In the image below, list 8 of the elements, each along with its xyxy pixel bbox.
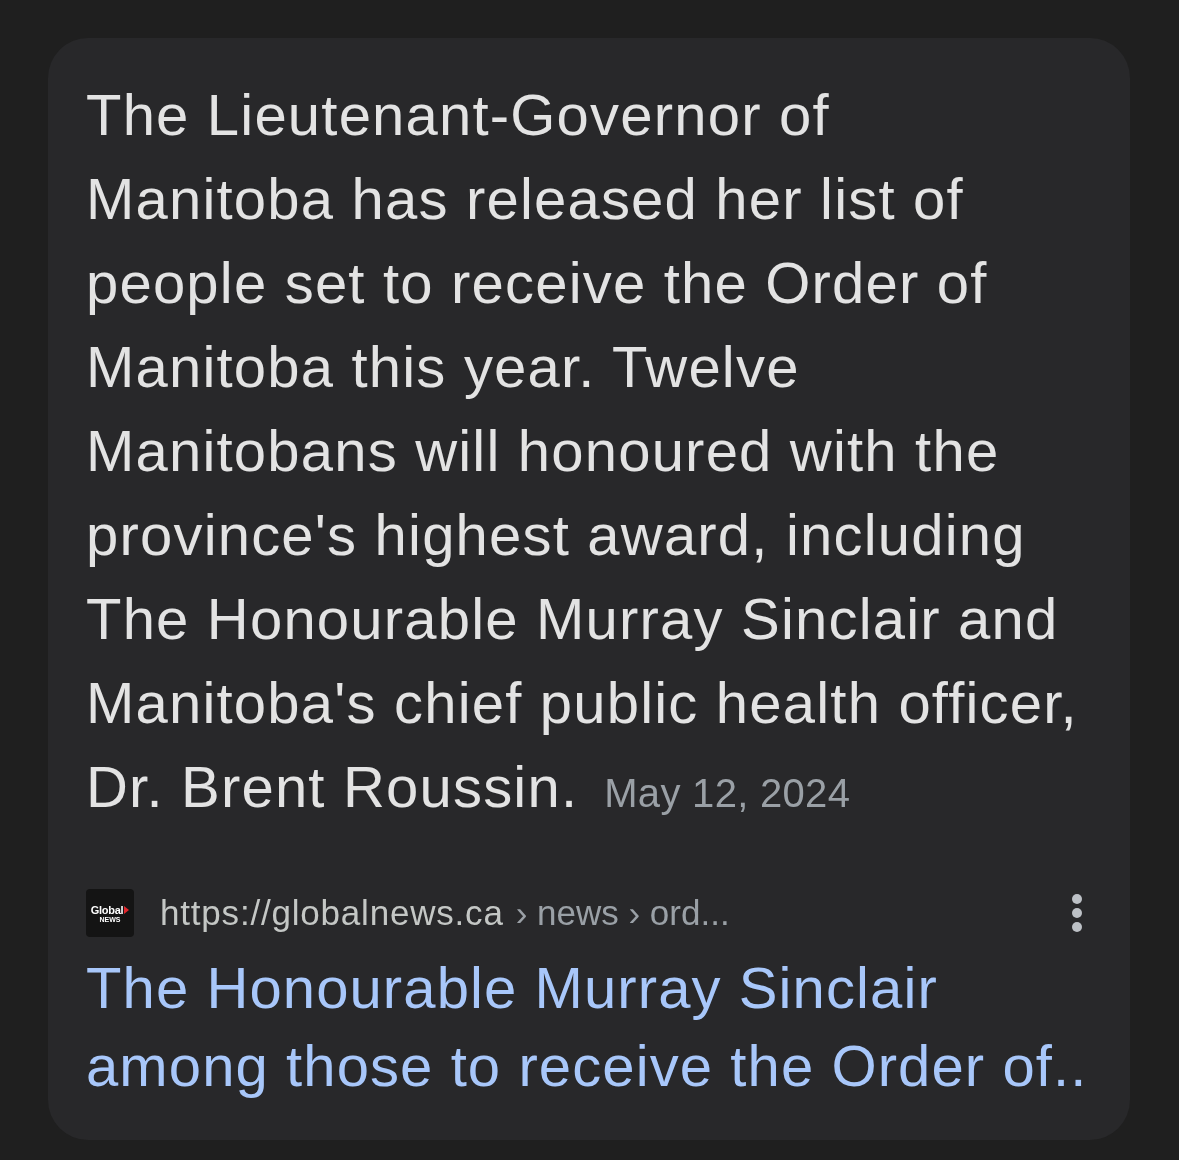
more-options-button[interactable]	[1070, 893, 1084, 933]
result-title-link[interactable]: The Honourable Murray Sinclair among those to receive the Order of..	[86, 949, 1110, 1105]
snippet-text: The Lieutenant-Governor of Manitoba has released her list of people set to receive the Order of Manitoba this year. Twelve Manitobans will honoured with the province's highest award, including The Honourable Murray Sinclair and Manitoba's chief public health officer, Dr. Brent Roussin. May 12, 2024	[86, 81, 1079, 821]
url-breadcrumb: › news › ord...	[515, 893, 730, 933]
vertical-dots-icon	[1070, 893, 1084, 933]
date-text: May 12, 2024	[604, 771, 851, 815]
arrow-icon	[124, 905, 130, 914]
source-url[interactable]: https://globalnews.ca	[160, 893, 504, 933]
